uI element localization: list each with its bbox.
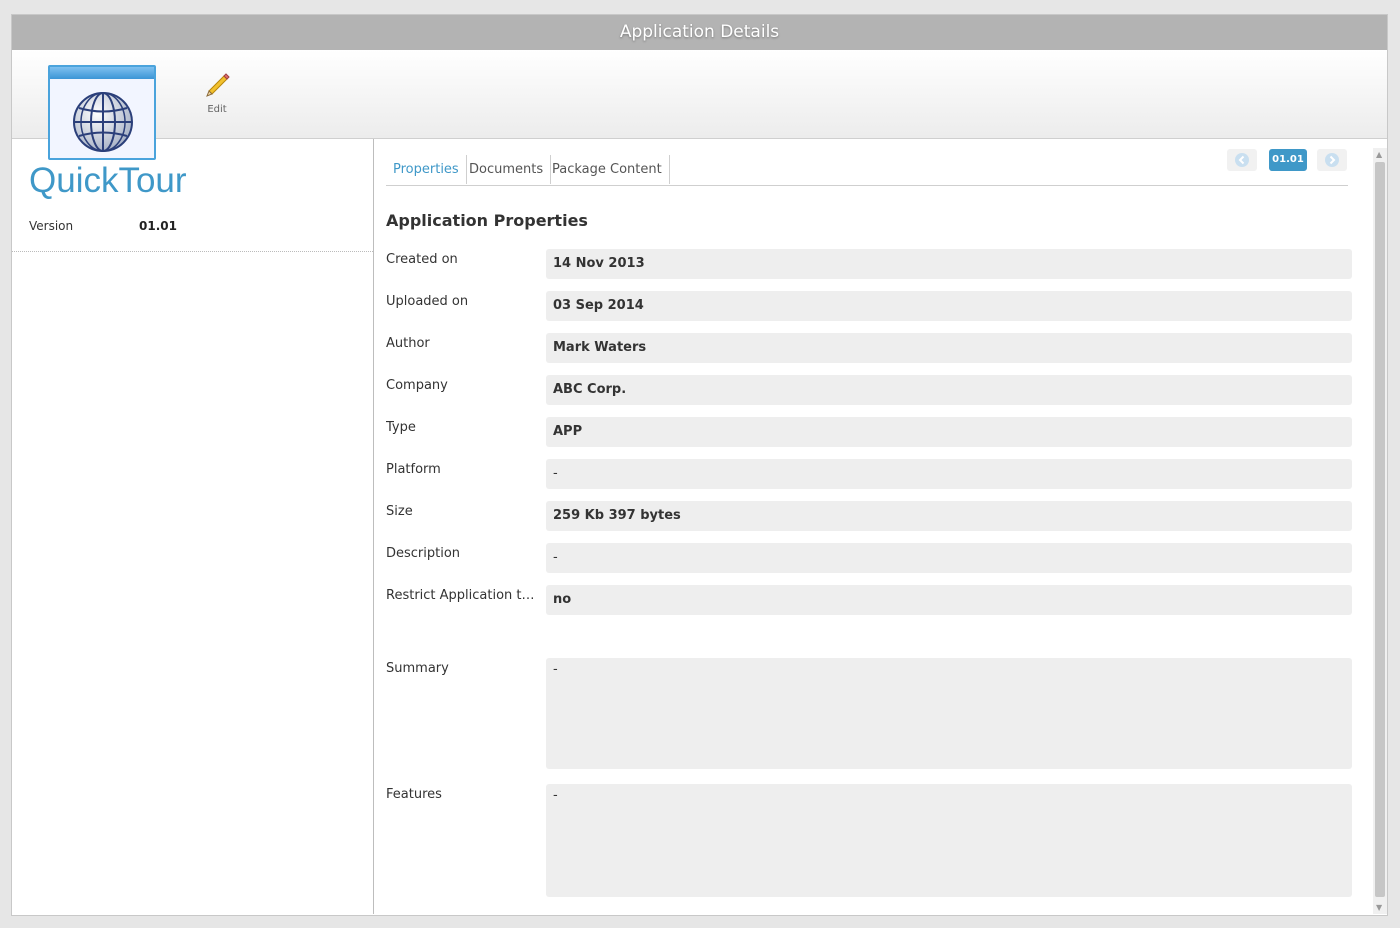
arrow-right-icon [1325, 153, 1339, 167]
tab-documents[interactable]: Documents [462, 155, 552, 184]
property-label: Size [386, 504, 413, 519]
property-label: Type [386, 420, 416, 435]
edit-label: Edit [207, 104, 227, 115]
property-value: - [546, 784, 1352, 897]
version-badge[interactable]: 01.01 [1269, 149, 1307, 171]
property-value: - [546, 459, 1352, 489]
app-name: QuickTour [29, 161, 187, 200]
divider [12, 251, 373, 252]
tab-bar: Properties Documents Package Content [386, 155, 1348, 186]
property-label: Description [386, 546, 461, 561]
vertical-scrollbar[interactable]: ▲ ▼ [1373, 148, 1387, 914]
arrow-left-icon [1235, 153, 1249, 167]
property-value: no [546, 585, 1352, 615]
property-value: 03 Sep 2014 [546, 291, 1352, 321]
property-label: Created on [386, 252, 458, 267]
version-label: Version [29, 219, 74, 233]
next-version-button[interactable] [1317, 149, 1347, 171]
window-title: Application Details [12, 15, 1387, 50]
pencil-icon [206, 73, 230, 97]
tab-properties[interactable]: Properties [386, 155, 467, 184]
version-value: 01.01 [139, 219, 177, 233]
property-value: 259 Kb 397 bytes [546, 501, 1352, 531]
app-summary-panel: QuickTour Version 01.01 [12, 139, 374, 914]
property-value: - [546, 543, 1352, 573]
property-value: APP [546, 417, 1352, 447]
scroll-down-icon[interactable]: ▼ [1376, 903, 1382, 912]
property-value: Mark Waters [546, 333, 1352, 363]
scrollbar-thumb[interactable] [1375, 162, 1385, 897]
tab-package-content[interactable]: Package Content [545, 155, 670, 184]
details-panel: Properties Documents Package Content 01.… [374, 139, 1374, 914]
toolbar: Edit [12, 50, 1387, 160]
property-value: ABC Corp. [546, 375, 1352, 405]
property-label: Company [386, 378, 448, 393]
property-label: Summary [386, 661, 449, 676]
application-details-window: Application Details Edit QuickTour Versi… [11, 14, 1388, 916]
edit-button[interactable]: Edit [197, 70, 237, 120]
section-title: Application Properties [386, 211, 588, 230]
previous-version-button[interactable] [1227, 149, 1257, 171]
property-value: - [546, 658, 1352, 769]
scroll-up-icon[interactable]: ▲ [1376, 150, 1382, 159]
property-label: Platform [386, 462, 441, 477]
property-label: Restrict Application to... [386, 588, 536, 603]
property-label: Author [386, 336, 430, 351]
property-label: Features [386, 787, 442, 802]
property-label: Uploaded on [386, 294, 469, 309]
property-value: 14 Nov 2013 [546, 249, 1352, 279]
